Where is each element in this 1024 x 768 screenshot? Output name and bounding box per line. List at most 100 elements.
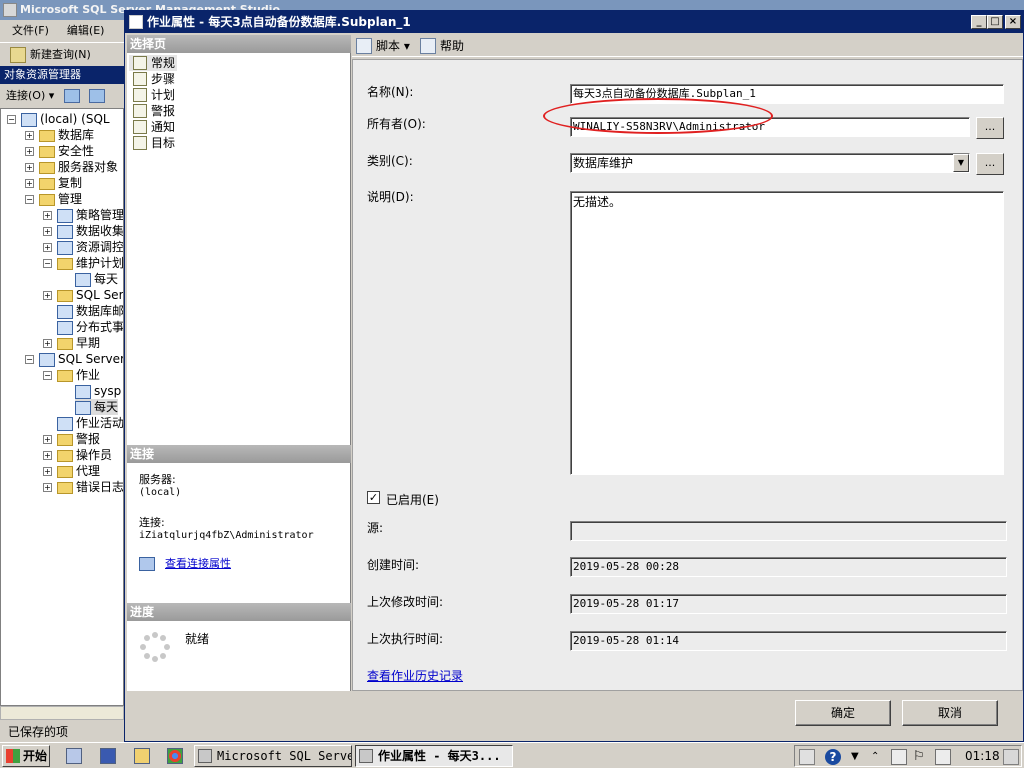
name-field[interactable]: 每天3点自动备份数据库.Subplan_1: [570, 84, 1004, 104]
tree-node[interactable]: + 操作员: [43, 447, 112, 463]
description-textarea[interactable]: 无描述。: [570, 191, 1004, 475]
category-select[interactable]: 数据库维护 ▼: [570, 153, 970, 173]
task-ssms[interactable]: Microsoft SQL Serve...: [194, 745, 352, 767]
tree-node[interactable]: + 数据库: [25, 127, 94, 143]
tree-node[interactable]: + 数据收集: [43, 223, 123, 239]
folder-icon: [57, 481, 73, 494]
page-notifications[interactable]: 通知: [129, 119, 175, 135]
owner-field[interactable]: WINALIY-S58N3RV\Administrator: [570, 117, 970, 137]
input-method-icon[interactable]: ▼: [851, 749, 867, 765]
clock[interactable]: 01:18: [965, 746, 1000, 766]
tree-node[interactable]: − 管理: [25, 191, 82, 207]
menu-file[interactable]: 文件(F): [12, 24, 49, 37]
menu-edit[interactable]: 编辑(E): [67, 24, 105, 37]
tree-node[interactable]: 作业活动: [57, 415, 123, 431]
tree-node[interactable]: − (local) (SQL: [7, 111, 110, 127]
created-field[interactable]: 2019-05-28 00:28: [570, 557, 1007, 577]
expand-icon[interactable]: +: [43, 451, 52, 460]
tree-node[interactable]: + SQL Ser: [43, 287, 124, 303]
tree-node[interactable]: 每天: [75, 399, 119, 415]
explorer-icon[interactable]: [134, 748, 150, 764]
enabled-checkbox[interactable]: ✓: [367, 491, 380, 504]
expand-icon[interactable]: +: [43, 467, 52, 476]
volume-icon[interactable]: [891, 749, 907, 765]
show-desktop-icon[interactable]: [1003, 749, 1019, 765]
tree-node[interactable]: + 复制: [25, 175, 82, 191]
expand-icon[interactable]: +: [43, 483, 52, 492]
owner-browse-button[interactable]: ...: [976, 117, 1004, 139]
show-hidden-icons-icon[interactable]: ⌃: [871, 749, 887, 765]
connect-dropdown[interactable]: 连接(O) ▾: [6, 89, 54, 102]
keyboard-icon[interactable]: [799, 749, 815, 765]
expand-icon[interactable]: +: [25, 179, 34, 188]
new-query-button[interactable]: 新建查询(N): [10, 46, 91, 64]
expand-icon[interactable]: +: [43, 227, 52, 236]
tree-node[interactable]: sysp: [75, 383, 121, 399]
network-icon[interactable]: [935, 749, 951, 765]
category-browse-button[interactable]: ...: [976, 153, 1004, 175]
expand-icon[interactable]: +: [43, 243, 52, 252]
tree-node[interactable]: + 策略管理: [43, 207, 123, 223]
tree-node-label: 分布式事: [76, 320, 124, 334]
collapse-icon[interactable]: −: [7, 115, 16, 124]
system-tray: ? ▼ ⌃ ⚐ 01:18: [794, 745, 1022, 767]
expand-icon[interactable]: +: [43, 211, 52, 220]
help-circle-icon[interactable]: ?: [825, 749, 841, 765]
task-job-properties[interactable]: 作业属性 - 每天3...: [355, 745, 513, 767]
modified-field[interactable]: 2019-05-28 01:17: [570, 594, 1007, 614]
tree-node[interactable]: 分布式事: [57, 319, 124, 335]
view-job-history-link[interactable]: 查看作业历史记录: [367, 667, 463, 684]
help-button[interactable]: 帮助: [420, 38, 464, 54]
minimize-button[interactable]: _: [971, 15, 987, 29]
expand-icon[interactable]: +: [43, 435, 52, 444]
tree-node[interactable]: 每天: [75, 271, 118, 287]
expand-icon[interactable]: +: [25, 163, 34, 172]
action-center-flag-icon[interactable]: ⚐: [913, 749, 929, 765]
expand-icon[interactable]: +: [43, 291, 52, 300]
disconnect-icon[interactable]: [89, 89, 106, 103]
source-field[interactable]: [570, 521, 1007, 541]
tree-node[interactable]: + 代理: [43, 463, 100, 479]
tree-node[interactable]: − 维护计划: [43, 255, 123, 271]
maximize-button[interactable]: □: [987, 15, 1003, 29]
tree-node[interactable]: 数据库邮: [57, 303, 123, 319]
connect-object-icon[interactable]: [63, 89, 80, 103]
collapse-icon[interactable]: −: [25, 355, 34, 364]
tree-node[interactable]: − SQL Server: [25, 351, 123, 367]
page-targets[interactable]: 目标: [129, 135, 175, 151]
close-button[interactable]: ×: [1005, 15, 1021, 29]
ok-button[interactable]: 确定: [795, 700, 891, 726]
view-connection-properties[interactable]: 查看连接属性: [139, 557, 231, 571]
powershell-icon[interactable]: [100, 748, 116, 764]
expand-icon[interactable]: +: [25, 131, 34, 140]
dropdown-arrow-icon[interactable]: ▼: [953, 154, 969, 172]
page-alerts[interactable]: 警报: [129, 103, 175, 119]
tree-node[interactable]: + 安全性: [25, 143, 94, 159]
executed-field[interactable]: 2019-05-28 01:14: [570, 631, 1007, 651]
tree-node[interactable]: + 早期: [43, 335, 100, 351]
tree-node[interactable]: + 资源调控: [43, 239, 123, 255]
cancel-button[interactable]: 取消: [902, 700, 998, 726]
script-button[interactable]: 脚本 ▾: [356, 38, 410, 54]
server-manager-icon[interactable]: [66, 748, 82, 764]
collapse-icon[interactable]: −: [43, 259, 52, 268]
page-general[interactable]: 常规: [129, 55, 177, 71]
tree-node-label: 警报: [76, 432, 101, 446]
chrome-icon[interactable]: [167, 748, 183, 764]
tree-node[interactable]: − 作业: [43, 367, 100, 383]
expand-icon[interactable]: +: [25, 147, 34, 156]
distributed-transaction-icon: [57, 320, 73, 335]
tree-node[interactable]: + 错误日志: [43, 479, 123, 495]
collapse-icon[interactable]: −: [43, 371, 52, 380]
start-button[interactable]: 开始: [2, 745, 50, 767]
view-connection-properties-link[interactable]: 查看连接属性: [165, 557, 231, 570]
expand-icon[interactable]: +: [43, 339, 52, 348]
collapse-icon[interactable]: −: [25, 195, 34, 204]
page-steps[interactable]: 步骤: [129, 71, 175, 87]
page-schedules[interactable]: 计划: [129, 87, 175, 103]
job-properties-task-icon: [359, 749, 373, 763]
tree-node-label: SQL Ser: [76, 288, 124, 302]
tree-node[interactable]: + 警报: [43, 431, 101, 447]
object-explorer-scrollbar[interactable]: [0, 706, 124, 720]
tree-node[interactable]: + 服务器对象: [25, 159, 118, 175]
